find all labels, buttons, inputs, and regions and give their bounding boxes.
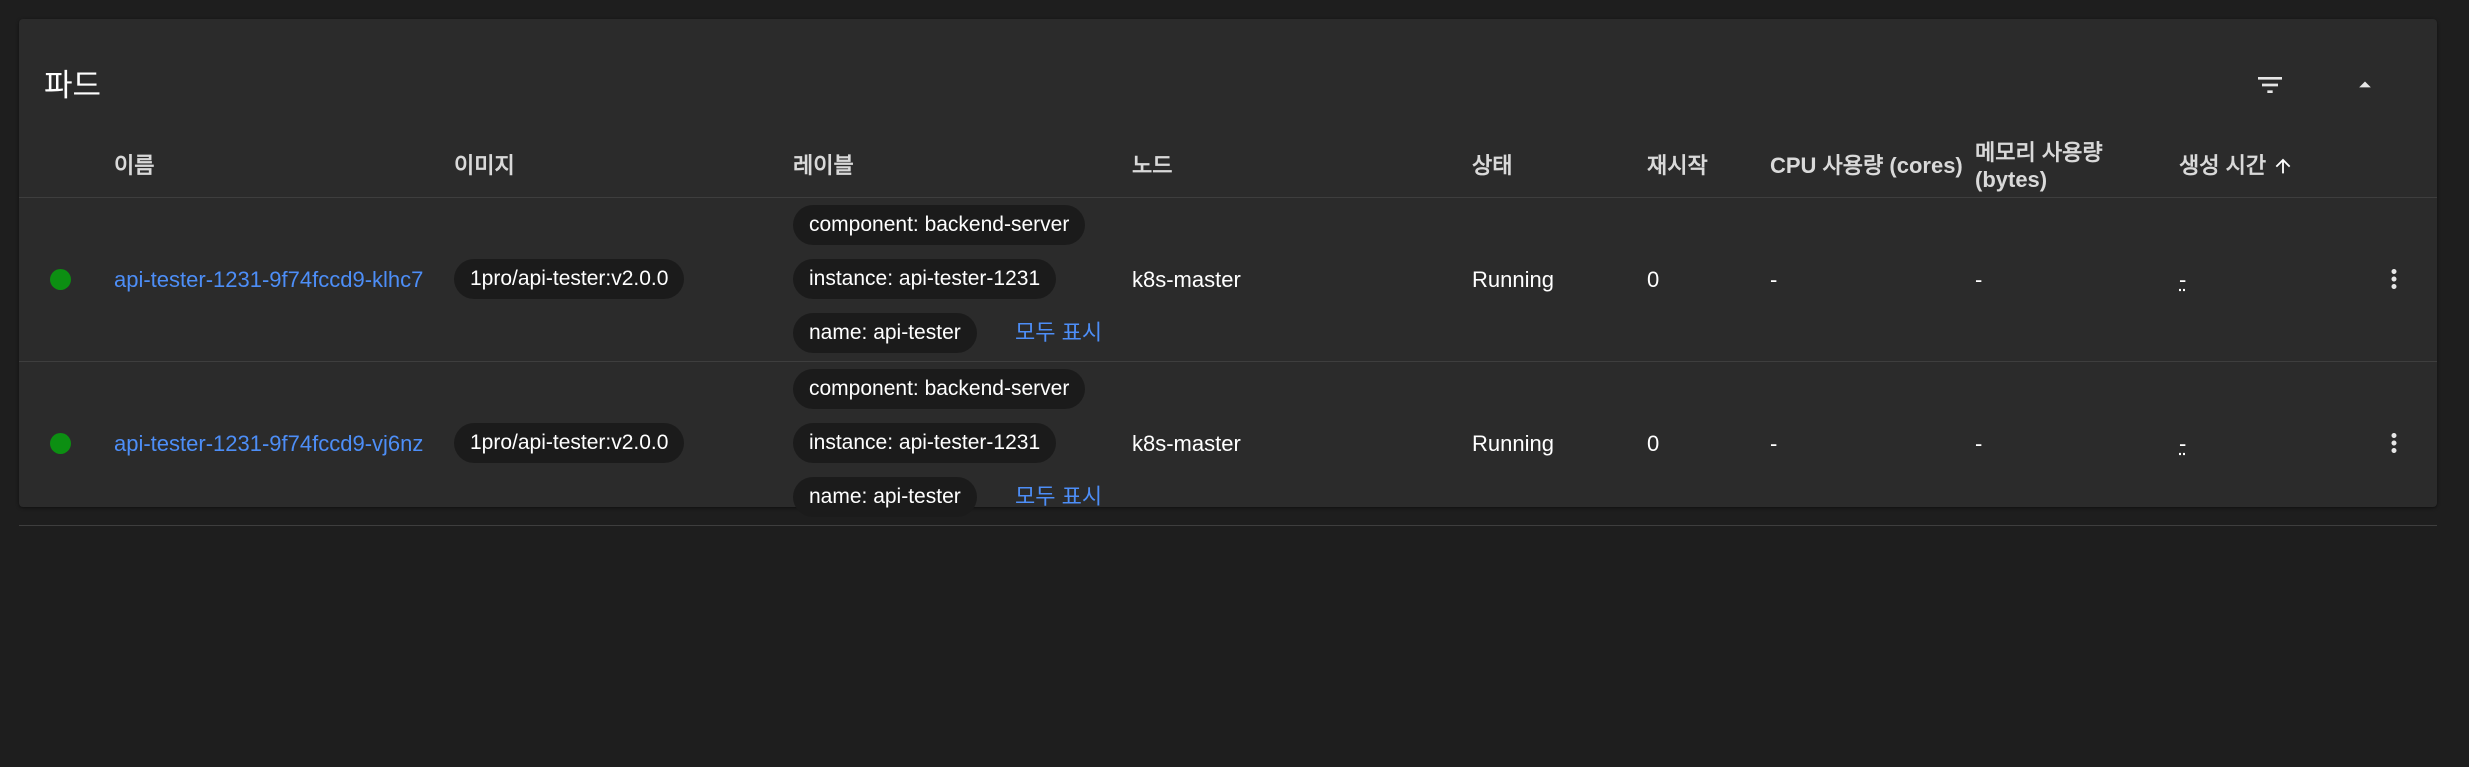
row-menu-button[interactable]: [2369, 254, 2419, 304]
row-menu-button[interactable]: [2369, 418, 2419, 468]
show-all-labels-link[interactable]: 모두 표시: [1015, 319, 1102, 346]
node-cell: k8s-master: [1132, 267, 1241, 292]
status-cell: Running: [1472, 431, 1554, 456]
more-vert-icon: [2391, 433, 2397, 453]
column-node[interactable]: 노드: [1132, 152, 1172, 179]
column-restarts[interactable]: 재시작: [1647, 152, 1708, 179]
memory-cell: -: [1975, 267, 1983, 292]
card-title: 파드: [44, 68, 102, 103]
collapse-button[interactable]: [2337, 57, 2393, 113]
status-success-icon: [50, 433, 71, 454]
column-cpu[interactable]: CPU 사용량 (cores): [1770, 152, 1963, 179]
column-created[interactable]: 생성 시간: [2179, 152, 2294, 179]
image-chip: 1pro/api-tester:v2.0.0: [454, 259, 685, 299]
show-all-labels-link[interactable]: 모두 표시: [1015, 483, 1102, 510]
arrow-up-icon: [2275, 158, 2291, 173]
label-chip: name: api-tester: [793, 477, 977, 517]
column-memory-line2: (bytes): [1975, 167, 2048, 192]
pod-name-link[interactable]: api-tester-1231-9f74fccd9-klhc7: [114, 266, 423, 293]
pods-card: 파드 이름 이미지 레이블 노드 상태 재시작 CPU 사용량 (cores) …: [19, 19, 2437, 526]
filter-icon: [2258, 77, 2282, 93]
restarts-cell: 0: [1647, 267, 1660, 292]
image-chip: 1pro/api-tester:v2.0.0: [454, 423, 685, 463]
pod-name-link[interactable]: api-tester-1231-9f74fccd9-vj6nz: [114, 430, 423, 457]
column-name[interactable]: 이름: [114, 152, 154, 179]
created-cell[interactable]: -: [2179, 266, 2186, 293]
label-chip: component: backend-server: [793, 369, 1086, 409]
column-status[interactable]: 상태: [1472, 152, 1512, 179]
table-header: 이름 이미지 레이블 노드 상태 재시작 CPU 사용량 (cores) 메모리…: [19, 134, 2437, 198]
column-memory[interactable]: 메모리 사용량 (bytes): [1975, 139, 2103, 193]
memory-cell: -: [1975, 431, 1983, 456]
label-chip: instance: api-tester-1231: [793, 423, 1057, 463]
created-cell[interactable]: -: [2179, 430, 2186, 457]
restarts-cell: 0: [1647, 431, 1660, 456]
label-chip: name: api-tester: [793, 313, 977, 353]
status-cell: Running: [1472, 267, 1554, 292]
filter-button[interactable]: [2242, 57, 2298, 113]
node-cell: k8s-master: [1132, 431, 1241, 456]
label-chip: component: backend-server: [793, 205, 1086, 245]
status-success-icon: [50, 269, 71, 290]
table-row: api-tester-1231-9f74fccd9-vj6nz 1pro/api…: [19, 362, 2437, 526]
chevron-up-icon: [2359, 81, 2371, 88]
cpu-cell: -: [1770, 267, 1778, 292]
cpu-cell: -: [1770, 431, 1778, 456]
column-labels[interactable]: 레이블: [793, 152, 854, 179]
column-created-label: 생성 시간: [2179, 153, 2267, 178]
column-image[interactable]: 이미지: [454, 152, 515, 179]
label-chip: instance: api-tester-1231: [793, 259, 1057, 299]
more-vert-icon: [2391, 269, 2397, 289]
table-row: api-tester-1231-9f74fccd9-klhc7 1pro/api…: [19, 198, 2437, 362]
column-memory-line1: 메모리 사용량: [1975, 140, 2103, 165]
